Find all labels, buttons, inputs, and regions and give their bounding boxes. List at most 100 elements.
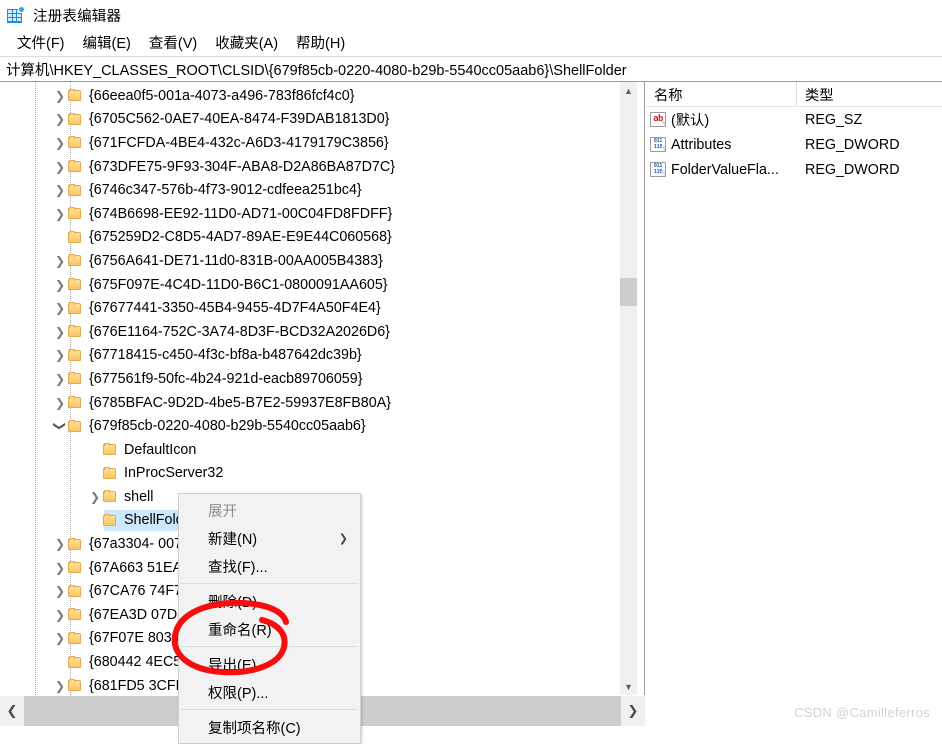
folder-icon: [68, 230, 82, 244]
tree-item[interactable]: ❯ {6705C562-0AE7-40EA-8474-F39DAB1813D0}: [0, 108, 620, 132]
chevron-right-icon[interactable]: ❯: [52, 562, 68, 574]
folder-icon: [68, 301, 82, 315]
tree-item-label: {677561f9-50fc-4b24-921d-eacb89706059}: [89, 370, 363, 387]
pane-divider[interactable]: [644, 82, 645, 695]
folder-icon: [68, 561, 82, 574]
context-menu-item-label: 重命名(R): [208, 622, 272, 639]
values-column-header: 名称 类型: [646, 82, 942, 107]
tree-item[interactable]: ❯ {675F097E-4C4D-11D0-B6C1-0800091AA605}: [0, 273, 620, 297]
string-value-icon: ab: [650, 112, 666, 127]
value-name-text: (默认): [671, 113, 710, 129]
context-menu-item-label: 新建(N): [208, 531, 258, 548]
title-bar: 注册表编辑器: [0, 0, 942, 30]
chevron-right-icon[interactable]: ❯: [52, 255, 68, 267]
chevron-right-icon[interactable]: ❯: [52, 113, 68, 125]
tree-item[interactable]: ❯ {67718415-c450-4f3c-bf8a-b487642dc39b}: [0, 344, 620, 368]
value-name-cell: ab (默认): [646, 109, 797, 130]
scroll-left-arrow[interactable]: ❮: [0, 696, 24, 726]
registry-editor-icon: [7, 5, 25, 24]
value-row[interactable]: 011 110 FolderValueFla... REG_DWORD: [646, 157, 942, 182]
chevron-right-icon[interactable]: ❯: [52, 680, 68, 692]
value-type-cell: REG_SZ: [805, 111, 863, 128]
context-menu-item[interactable]: 删除(D): [179, 587, 360, 615]
main-content: ❯ {66eea0f5-001a-4073-a496-783f86fcf4c0} ❯…: [0, 82, 942, 726]
chevron-right-icon[interactable]: ❯: [52, 585, 68, 597]
chevron-right-icon[interactable]: ❯: [52, 90, 68, 102]
chevron-right-icon[interactable]: ❯: [52, 279, 68, 291]
tree-item[interactable]: ❯ {67677441-3350-45B4-9455-4D7F4A50F4E4}: [0, 296, 620, 320]
chevron-right-icon[interactable]: ❯: [52, 184, 68, 196]
chevron-down-icon[interactable]: ❯: [53, 418, 67, 434]
registry-values-pane: 名称 类型 ab (默认) REG_SZ 011 110 Attributes REG_DW…: [646, 82, 942, 726]
folder-icon: [103, 466, 117, 480]
tree-item[interactable]: ❯ {674B6698-EE92-11D0-AD71-00C04FD8FDFF}: [0, 202, 620, 226]
tree-item-label: {675259D2-C8D5-4AD7-89AE-E9E44C060568}: [89, 229, 392, 246]
tree-item[interactable]: DefaultIcon: [0, 438, 620, 462]
folder-icon: [68, 112, 82, 126]
chevron-right-icon[interactable]: ❯: [52, 373, 68, 385]
chevron-right-icon[interactable]: ❯: [87, 491, 103, 503]
tree-item[interactable]: {675259D2-C8D5-4AD7-89AE-E9E44C060568}: [0, 226, 620, 250]
context-menu-separator: [181, 583, 358, 584]
chevron-right-icon[interactable]: ❯: [52, 397, 68, 409]
chevron-right-icon[interactable]: ❯: [52, 326, 68, 338]
folder-icon: [68, 372, 82, 385]
folder-icon: [68, 254, 82, 267]
value-row[interactable]: 011 110 Attributes REG_DWORD: [646, 132, 942, 157]
tree-item[interactable]: ❯ {6746c347-576b-4f73-9012-cdfeea251bc4}: [0, 178, 620, 202]
chevron-right-icon[interactable]: ❯: [52, 161, 68, 173]
tree-item[interactable]: ❯ {6785BFAC-9D2D-4be5-B7E2-59937E8FB80A}: [0, 391, 620, 415]
value-row[interactable]: ab (默认) REG_SZ: [646, 107, 942, 132]
context-menu-item[interactable]: 查找(F)...: [179, 552, 360, 580]
menu-item-edit[interactable]: 编辑(E): [74, 30, 140, 56]
tree-vertical-scrollbar[interactable]: ▲ ▼: [619, 82, 637, 695]
value-type-cell: REG_DWORD: [805, 136, 900, 153]
tree-item[interactable]: ❯ {676E1164-752C-3A74-8D3F-BCD32A2026D6}: [0, 320, 620, 344]
context-menu-item[interactable]: 权限(P)...: [179, 678, 360, 706]
tree-item[interactable]: ❯ {66eea0f5-001a-4073-a496-783f86fcf4c0}: [0, 84, 620, 108]
tree-item-label: shell: [124, 488, 154, 505]
context-menu-item[interactable]: 复制项名称(C): [179, 713, 360, 741]
chevron-right-icon[interactable]: ❯: [52, 538, 68, 550]
vertical-scroll-thumb[interactable]: [620, 278, 637, 306]
chevron-right-icon[interactable]: ❯: [52, 208, 68, 220]
context-menu-item[interactable]: 导出(E): [179, 650, 360, 678]
tree-item[interactable]: ❯ {6756A641-DE71-11d0-831B-00AA005B4383}: [0, 249, 620, 273]
window-title: 注册表编辑器: [33, 8, 122, 25]
menu-item-favorites[interactable]: 收藏夹(A): [206, 30, 287, 56]
dword-value-icon: 011 110: [650, 137, 666, 152]
tree-item-label: {67677441-3350-45B4-9455-4D7F4A50F4E4}: [89, 300, 381, 317]
context-menu-item-label: 展开: [208, 503, 237, 520]
column-header-name[interactable]: 名称: [646, 82, 797, 106]
context-menu[interactable]: 展开新建(N) ❯ 查找(F)... 删除(D) 重命名(R) 导出(E) 权限(P)...…: [178, 493, 361, 744]
tree-item[interactable]: ❯ {671FCFDA-4BE4-432c-A6D3-4179179C3856}: [0, 131, 620, 155]
column-header-type[interactable]: 类型: [797, 82, 942, 106]
value-name-text: Attributes: [671, 136, 732, 153]
folder-icon: [68, 608, 82, 621]
tree-item-label: DefaultIcon: [124, 441, 197, 458]
tree-item[interactable]: InProcServer32: [0, 462, 620, 486]
tree-item[interactable]: ❯ {673DFE75-9F93-304F-ABA8-D2A86BA87D7C}: [0, 155, 620, 179]
address-bar[interactable]: 计算机\HKEY_CLASSES_ROOT\CLSID\{679f85cb-02…: [0, 56, 942, 82]
tree-item[interactable]: ❯ {679f85cb-0220-4080-b29b-5540cc05aab6}: [0, 414, 620, 438]
scroll-up-arrow[interactable]: ▲: [620, 82, 637, 99]
tree-item[interactable]: ❯ {677561f9-50fc-4b24-921d-eacb89706059}: [0, 367, 620, 391]
context-menu-item[interactable]: 新建(N) ❯: [179, 524, 360, 552]
chevron-right-icon[interactable]: ❯: [52, 302, 68, 314]
menu-item-view[interactable]: 查看(V): [140, 30, 206, 56]
values-list[interactable]: ab (默认) REG_SZ 011 110 Attributes REG_DWORD 011…: [646, 107, 942, 182]
scroll-right-arrow[interactable]: ❯: [621, 696, 645, 726]
chevron-right-icon[interactable]: ❯: [52, 632, 68, 644]
scroll-down-arrow[interactable]: ▼: [620, 678, 637, 695]
folder-icon: [68, 679, 82, 692]
menu-item-file[interactable]: 文件(F): [8, 30, 74, 56]
menu-item-help[interactable]: 帮助(H): [287, 30, 354, 56]
folder-icon: [68, 136, 82, 149]
chevron-right-icon[interactable]: ❯: [52, 609, 68, 621]
context-menu-item[interactable]: 重命名(R): [179, 615, 360, 643]
folder-icon: [68, 631, 82, 645]
chevron-right-icon: ❯: [338, 532, 348, 545]
folder-icon: [68, 325, 82, 338]
chevron-right-icon[interactable]: ❯: [52, 137, 68, 149]
chevron-right-icon[interactable]: ❯: [52, 349, 68, 361]
